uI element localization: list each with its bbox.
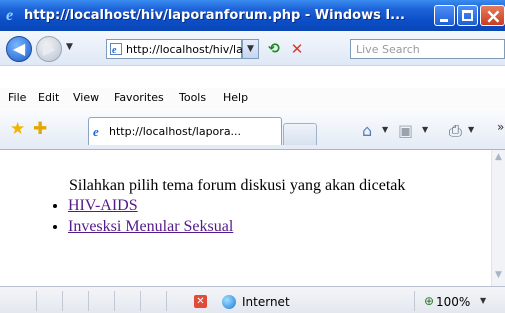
status-divider	[36, 291, 37, 311]
home-icon[interactable]: ⌂	[362, 121, 372, 140]
address-input[interactable]: e http://localhost/hiv/la	[106, 39, 243, 59]
menu-tools[interactable]: Tools	[179, 91, 206, 104]
blocked-icon[interactable]: ✕	[194, 295, 207, 308]
window-title: http://localhost/hiv/laporanforum.php - …	[24, 8, 405, 23]
zoom-level[interactable]: 100%	[436, 295, 470, 309]
intro-text: Silahkan pilih tema forum diskusi yang a…	[69, 177, 406, 194]
status-divider	[414, 291, 415, 311]
scroll-down-icon[interactable]: ▼	[493, 270, 504, 284]
status-divider	[62, 291, 63, 311]
menu-bar: File Edit View Favorites Tools Help	[0, 88, 505, 110]
tab-label: http://localhost/lapora...	[109, 125, 242, 138]
zoom-dropdown-icon[interactable]: ▼	[480, 296, 486, 305]
address-dropdown-icon[interactable]: ▼	[242, 39, 259, 59]
svg-text:e: e	[112, 45, 117, 55]
search-input[interactable]: Live Search	[350, 39, 505, 59]
menu-file[interactable]: File	[8, 91, 26, 104]
page-content: Silahkan pilih tema forum diskusi yang a…	[0, 150, 491, 286]
page-icon: e	[110, 43, 122, 55]
status-divider	[166, 291, 167, 311]
menu-view[interactable]: View	[73, 91, 99, 104]
menu-favorites[interactable]: Favorites	[114, 91, 164, 104]
tab-active[interactable]: e http://localhost/lapora...	[88, 117, 282, 145]
favorites-star-icon[interactable]: ★	[10, 119, 25, 139]
back-arrow-icon[interactable]: ◀	[6, 36, 32, 62]
tab-page-icon: e	[93, 124, 99, 139]
menu-edit[interactable]: Edit	[38, 91, 59, 104]
list-item: HIV-AIDS	[68, 195, 233, 216]
zoom-icon[interactable]: ⊕	[424, 294, 434, 308]
refresh-icon[interactable]: ⟲	[264, 39, 284, 59]
maximize-button[interactable]	[457, 5, 478, 26]
address-url: http://localhost/hiv/la	[126, 43, 243, 56]
list-item: Invesksi Menular Seksual	[68, 216, 233, 237]
add-favorite-icon[interactable]: ✚	[33, 119, 47, 139]
internet-zone-icon	[222, 295, 236, 309]
status-divider	[114, 291, 115, 311]
scroll-up-icon[interactable]: ▲	[493, 152, 504, 166]
menu-help[interactable]: Help	[223, 91, 248, 104]
forward-arrow-icon[interactable]: ▶	[36, 36, 62, 62]
vertical-scrollbar[interactable]: ▲ ▼	[491, 150, 505, 286]
security-zone-label[interactable]: Internet	[242, 295, 290, 309]
tab-toolbar: ★ ✚ e http://localhost/lapora... ⌂ ▼ ▣ ▼…	[0, 109, 505, 150]
title-bar: e http://localhost/hiv/laporanforum.php …	[0, 0, 505, 31]
link-hiv-aids[interactable]: HIV-AIDS	[68, 197, 138, 214]
recent-pages-dropdown-icon[interactable]: ▼	[66, 42, 73, 52]
feeds-icon[interactable]: ▣	[398, 121, 413, 140]
home-dropdown-icon[interactable]: ▼	[382, 125, 388, 134]
more-chevron-icon[interactable]: »	[497, 120, 504, 134]
status-divider	[140, 291, 141, 311]
print-dropdown-icon[interactable]: ▼	[468, 125, 474, 134]
new-tab-button[interactable]	[283, 123, 317, 145]
stop-icon[interactable]: ✕	[287, 39, 307, 59]
status-divider	[88, 291, 89, 311]
search-placeholder: Live Search	[356, 43, 420, 56]
address-toolbar: ◀ ▶ ▼ e http://localhost/hiv/la ▼ ⟲ ✕ Li…	[0, 31, 505, 66]
forum-topic-list: HIV-AIDS Invesksi Menular Seksual	[48, 195, 233, 237]
browser-window: e http://localhost/hiv/laporanforum.php …	[0, 0, 505, 313]
feeds-dropdown-icon[interactable]: ▼	[422, 125, 428, 134]
close-button[interactable]	[480, 4, 505, 28]
print-icon[interactable]: ⎙	[449, 121, 462, 141]
ie-logo-icon: e	[6, 7, 14, 24]
status-bar: ✕ Internet ⊕ 100% ▼	[0, 286, 505, 313]
minimize-button[interactable]	[434, 5, 455, 26]
link-invesksi-menular-seksual[interactable]: Invesksi Menular Seksual	[68, 218, 233, 235]
